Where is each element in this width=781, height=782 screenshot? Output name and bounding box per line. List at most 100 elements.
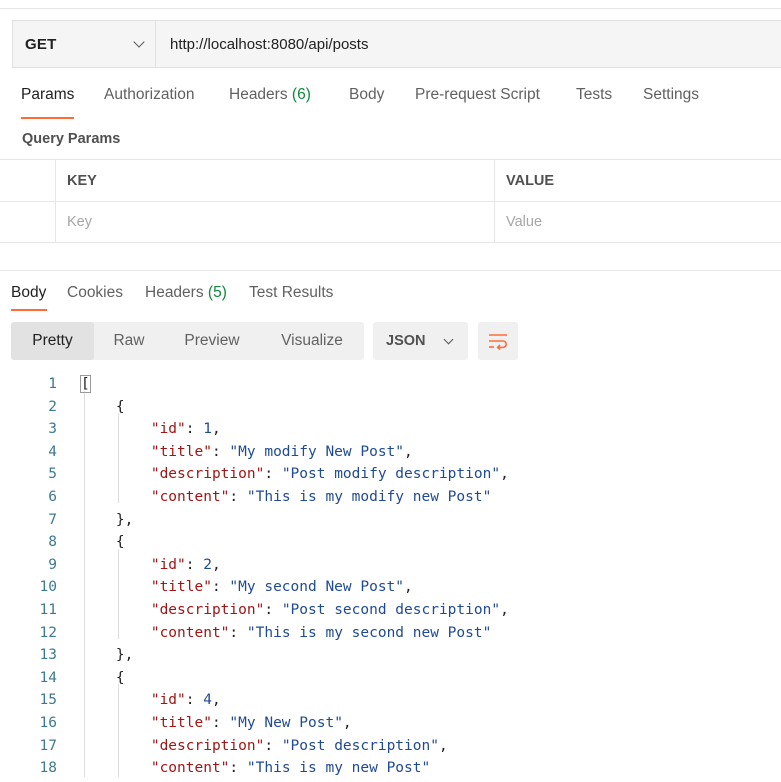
json-key: "description" <box>150 601 265 618</box>
format-label: JSON <box>386 333 426 349</box>
code-line: 15 "id": 4, <box>0 689 781 712</box>
line-number: 1 <box>48 376 57 392</box>
line-number: 11 <box>39 601 57 618</box>
value-column-header: VALUE <box>495 160 781 201</box>
key-cell <box>56 202 495 242</box>
json-punctuation: }, <box>115 511 134 528</box>
url-bar: GET <box>12 20 781 68</box>
query-params-title: Query Params <box>22 131 121 147</box>
code-line: 8 { <box>0 531 781 554</box>
code-line: 5 "description": "Post modify descriptio… <box>0 463 781 486</box>
json-key: "content" <box>150 760 230 777</box>
table-header-row: KEY VALUE <box>0 159 781 201</box>
response-headers-count-badge: (5) <box>207 284 227 301</box>
value-input[interactable] <box>506 214 768 230</box>
json-value: My New Post <box>238 714 335 731</box>
json-value: My second New Post <box>238 579 396 596</box>
json-key: "id" <box>150 692 186 709</box>
pane-divider[interactable] <box>0 270 781 271</box>
line-number: 16 <box>39 714 57 731</box>
tab-response-headers[interactable]: Headers (5) <box>145 284 227 302</box>
tab-label: Tests <box>576 86 613 103</box>
view-mode-group: Pretty Raw Preview Visualize <box>11 322 364 360</box>
json-value: Post description <box>290 737 431 754</box>
preview-button[interactable]: Preview <box>164 322 260 360</box>
code-line: 2 { <box>0 396 781 419</box>
method-select[interactable]: GET <box>13 21 156 67</box>
tab-authorization[interactable]: Authorization <box>104 86 194 104</box>
chevron-down-icon <box>133 36 145 48</box>
format-select[interactable]: JSON <box>373 322 468 360</box>
tab-label: Cookies <box>67 284 123 301</box>
line-number: 14 <box>39 669 57 686</box>
pretty-button[interactable]: Pretty <box>11 322 94 360</box>
tab-body[interactable]: Body <box>349 86 384 104</box>
raw-button[interactable]: Raw <box>94 322 164 360</box>
table-row <box>0 201 781 243</box>
tab-label: Settings <box>643 86 700 103</box>
tab-label: Pre-request Script <box>415 86 540 103</box>
column-header-label: KEY <box>67 172 97 189</box>
json-value: This is my new Post <box>255 760 422 777</box>
wrap-lines-button[interactable] <box>478 322 518 360</box>
json-key: "description" <box>150 466 265 483</box>
json-punctuation: [ <box>80 375 91 393</box>
code-line: 13 }, <box>0 644 781 667</box>
tab-test-results[interactable]: Test Results <box>249 284 333 302</box>
tab-headers[interactable]: Headers (6) <box>229 86 311 104</box>
tab-pre-request-script[interactable]: Pre-request Script <box>415 86 540 104</box>
code-line: 16 "title": "My New Post", <box>0 712 781 735</box>
tab-response-body[interactable]: Body <box>11 284 46 302</box>
line-number: 12 <box>39 624 57 641</box>
tab-label: Authorization <box>104 86 195 103</box>
tab-settings[interactable]: Settings <box>643 86 699 104</box>
json-value: Post second description <box>290 601 492 618</box>
method-label: GET <box>25 35 57 53</box>
tab-tests[interactable]: Tests <box>576 86 612 104</box>
json-value: This is my second new Post <box>255 624 483 641</box>
json-value: 1 <box>203 421 212 438</box>
key-input[interactable] <box>67 214 473 230</box>
line-number: 10 <box>39 579 57 596</box>
code-line: 6 "content": "This is my modify new Post… <box>0 486 781 509</box>
url-input[interactable] <box>156 21 781 67</box>
response-body-viewer[interactable]: 1[ 2 { 3 "id": 1, 4 "title": "My modify … <box>0 373 781 780</box>
request-tabs: Params Authorization Headers (6) Body Pr… <box>0 86 781 120</box>
wrap-lines-icon <box>489 334 507 350</box>
code-line: 4 "title": "My modify New Post", <box>0 441 781 464</box>
top-strip <box>0 0 781 9</box>
column-header-label: VALUE <box>506 172 555 189</box>
tab-cookies[interactable]: Cookies <box>67 284 123 302</box>
chevron-down-icon <box>443 334 454 344</box>
code-line: 14 { <box>0 667 781 690</box>
headers-count-badge: (6) <box>291 86 311 103</box>
line-number: 18 <box>39 760 57 777</box>
line-number: 3 <box>48 421 57 438</box>
line-number: 9 <box>48 556 57 573</box>
json-punctuation: }, <box>115 647 134 664</box>
code-line: 18 "content": "This is my new Post" <box>0 757 781 780</box>
json-punctuation: { <box>115 669 125 686</box>
code-line: 1[ <box>0 373 781 396</box>
checkbox-column-header <box>0 160 56 201</box>
json-key: "id" <box>150 421 186 438</box>
json-value: 4 <box>203 692 212 709</box>
code-line: 10 "title": "My second New Post", <box>0 576 781 599</box>
query-params-table: KEY VALUE <box>0 159 781 243</box>
json-key: "title" <box>150 714 212 731</box>
line-number: 6 <box>48 488 57 505</box>
json-value: 2 <box>203 556 212 573</box>
code-line: 11 "description": "Post second descripti… <box>0 599 781 622</box>
line-number: 17 <box>39 737 57 754</box>
code-line: 7 }, <box>0 509 781 532</box>
line-number: 2 <box>48 398 57 415</box>
visualize-button[interactable]: Visualize <box>260 322 364 360</box>
json-punctuation: { <box>115 398 125 415</box>
response-tabs: Body Cookies Headers (5) Test Results <box>0 284 781 314</box>
json-value: This is my modify new Post <box>255 488 483 505</box>
tab-params[interactable]: Params <box>21 86 74 104</box>
code-line: 9 "id": 2, <box>0 554 781 577</box>
tab-label: Headers <box>229 86 288 103</box>
row-checkbox-cell <box>0 202 56 242</box>
line-number: 15 <box>39 692 57 709</box>
